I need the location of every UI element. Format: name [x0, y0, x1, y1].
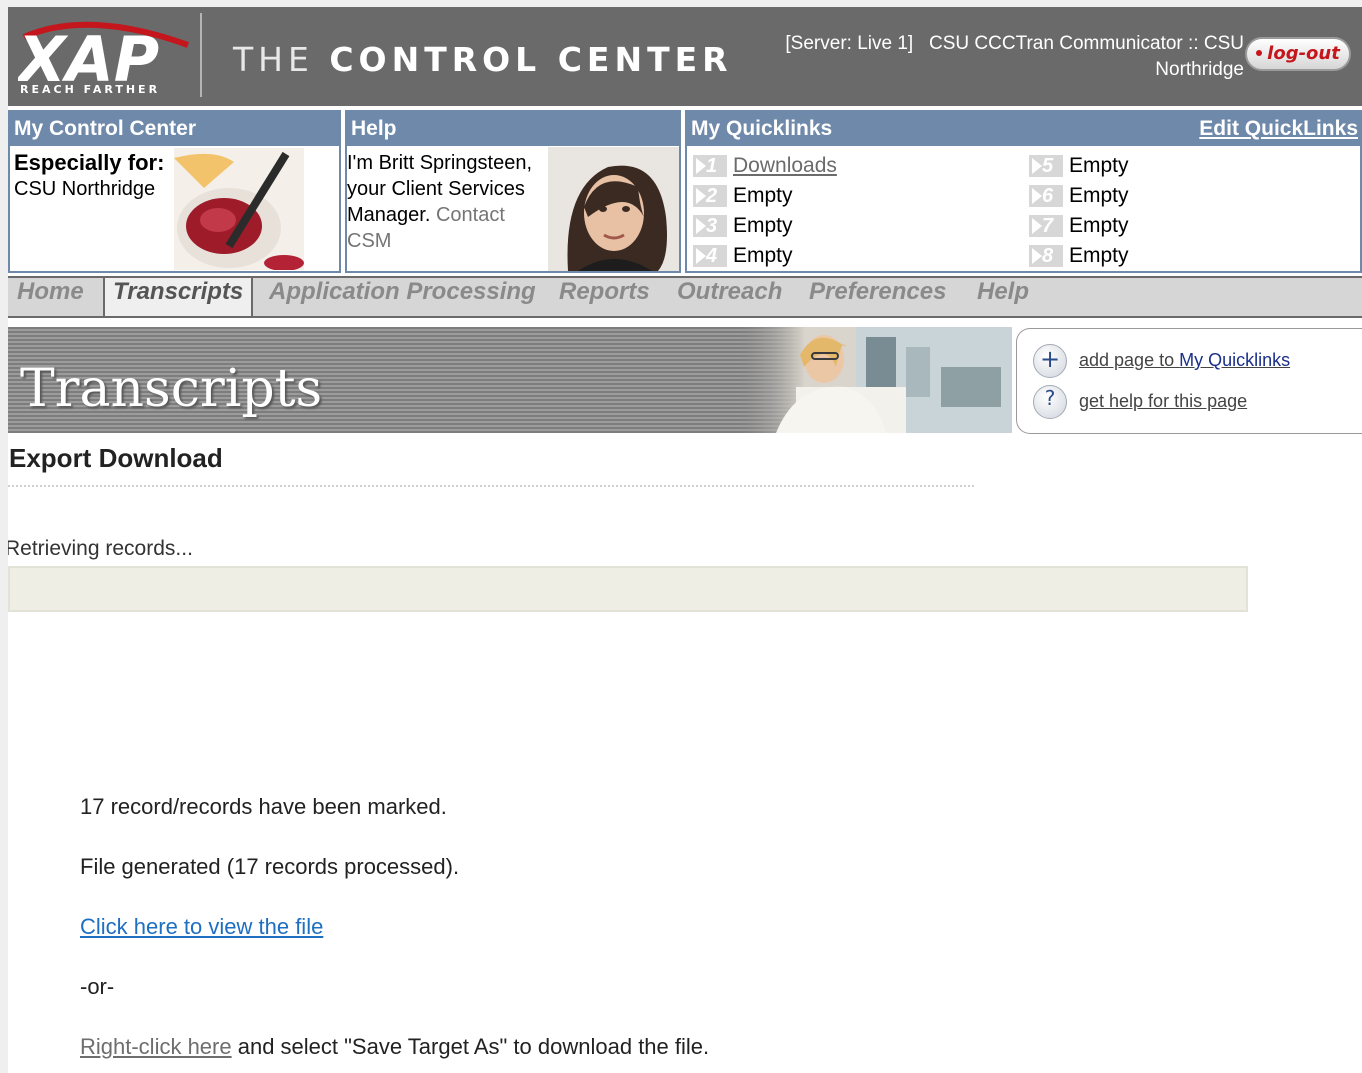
nav-help[interactable]: Help — [977, 278, 1029, 316]
especially-for-label: Especially for: — [14, 150, 165, 175]
bullet-icon — [1256, 50, 1263, 56]
quicklink-label: Empty — [1069, 154, 1129, 177]
quicklink-number-icon: 8 — [1029, 245, 1063, 268]
quicklink-item-5: 5 Empty — [1029, 152, 1129, 180]
quicklink-number-icon: 5 — [1029, 155, 1063, 178]
quicklink-item-3: 3 Empty — [693, 212, 793, 240]
quicklinks-title: My Quicklinks — [691, 117, 833, 140]
app-header: XAP REACH FARTHER THE CONTROL CENTER [Se… — [8, 7, 1362, 106]
get-help-link[interactable]: get help for this page — [1079, 391, 1247, 411]
nav-application-processing[interactable]: Application Processing — [269, 278, 536, 316]
server-info-line2: Northridge — [1155, 59, 1244, 80]
nav-home[interactable]: Home — [17, 278, 84, 316]
progress-bar — [8, 566, 1248, 612]
banner-title: Transcripts — [20, 359, 323, 419]
help-panel-title: Help — [347, 112, 679, 146]
quicklink-label[interactable]: Downloads — [733, 154, 837, 177]
view-file-link[interactable]: Click here to view the file — [80, 914, 323, 939]
csm-intro-text: I'm Britt Springsteen, your Client Servi… — [347, 150, 547, 254]
nav-reports[interactable]: Reports — [559, 278, 650, 316]
quicklink-number-icon: 3 — [693, 215, 727, 238]
quicklink-number-icon: 6 — [1029, 185, 1063, 208]
question-icon[interactable]: ? — [1033, 385, 1067, 419]
my-control-center-panel: My Control Center Especially for: CSU No… — [8, 110, 341, 273]
quicklink-number-icon: 7 — [1029, 215, 1063, 238]
quicklinks-panel: My Quicklinks Edit QuickLinks 1 Downloads… — [685, 110, 1362, 273]
page-title: Export Download — [9, 443, 223, 473]
quicklink-item-6: 6 Empty — [1029, 182, 1129, 210]
quicklink-item-7: 7 Empty — [1029, 212, 1129, 240]
heading-divider — [8, 485, 974, 487]
quicklink-number: 3 — [706, 215, 718, 238]
quicklink-number-icon: 2 — [693, 185, 727, 208]
edit-quicklinks-link[interactable]: Edit QuickLinks — [1199, 112, 1358, 146]
app-title: THE CONTROL CENTER — [233, 40, 733, 79]
quicklink-number-icon: 4 — [693, 245, 727, 268]
logout-label: log-out — [1267, 43, 1340, 64]
quicklink-label: Empty — [733, 214, 793, 237]
quicklink-number: 6 — [1042, 185, 1054, 208]
csm-photo — [548, 147, 679, 271]
organization-name: CSU Northridge — [14, 178, 156, 200]
quicklinks-header: My Quicklinks Edit QuickLinks — [687, 112, 1360, 146]
quicklink-number: 2 — [706, 185, 718, 208]
paint-palette-image — [174, 148, 304, 270]
page-banner: Transcripts — [8, 327, 1012, 433]
app-title-main: CONTROL CENTER — [329, 40, 733, 79]
page-tools: + add page to My Quicklinks ? get help for… — [1016, 328, 1362, 434]
logout-button[interactable]: log-out — [1245, 37, 1351, 71]
quicklink-label: Empty — [1069, 214, 1129, 237]
header-divider — [200, 13, 202, 97]
quicklink-number: 4 — [706, 245, 718, 268]
download-instructions: Right-click here and select "Save Target… — [80, 1034, 709, 1060]
quicklink-item-2: 2 Empty — [693, 182, 793, 210]
quicklink-number: 1 — [706, 155, 718, 178]
server-info: [Server: Live 1] CSU CCCTran Communicato… — [738, 31, 1244, 83]
add-to-quicklinks-prefix: add page to — [1079, 349, 1180, 370]
quicklink-number: 5 — [1042, 155, 1054, 178]
quicklink-item-8: 8 Empty — [1029, 242, 1129, 270]
quicklink-number-icon: 1 — [693, 155, 727, 178]
quicklink-number: 7 — [1042, 215, 1054, 238]
quicklink-number: 8 — [1042, 245, 1054, 268]
logo-tagline: REACH FARTHER — [20, 83, 161, 96]
server-info-line1: [Server: Live 1] CSU CCCTran Communicato… — [785, 33, 1244, 54]
add-to-quicklinks-target: My Quicklinks — [1179, 349, 1291, 370]
nav-outreach[interactable]: Outreach — [677, 278, 782, 316]
nav-transcripts[interactable]: Transcripts — [103, 278, 254, 316]
quicklink-item-4: 4 Empty — [693, 242, 793, 270]
help-page-row[interactable]: ? get help for this page — [1033, 385, 1247, 421]
file-generated-message: File generated (17 records processed). — [80, 854, 460, 879]
page-frame: XAP REACH FARTHER THE CONTROL CENTER [Se… — [8, 7, 1362, 1073]
nav-preferences[interactable]: Preferences — [809, 278, 946, 316]
quicklink-label: Empty — [733, 184, 793, 207]
or-separator: -or- — [80, 974, 115, 999]
download-instructions-text: and select "Save Target As" to download … — [231, 1034, 710, 1059]
quicklink-label: Empty — [1069, 184, 1129, 207]
main-nav: Home Transcripts Application Processing … — [8, 276, 1362, 318]
add-to-quicklinks-row[interactable]: + add page to My Quicklinks — [1033, 344, 1290, 380]
plus-icon[interactable]: + — [1033, 344, 1067, 378]
my-control-center-title: My Control Center — [10, 112, 339, 146]
records-marked-message: 17 record/records have been marked. — [80, 794, 447, 819]
right-click-link[interactable]: Right-click here — [80, 1034, 232, 1059]
view-file-row: Click here to view the file — [80, 914, 323, 940]
quicklink-label: Empty — [1069, 244, 1129, 267]
quicklink-item-1[interactable]: 1 Downloads — [693, 152, 837, 180]
app-title-prefix: THE — [233, 40, 330, 79]
quicklink-label: Empty — [733, 244, 793, 267]
help-panel: Help I'm Britt Springsteen, your Client … — [345, 110, 681, 273]
banner-photo — [736, 327, 1012, 433]
retrieving-status: Retrieving records... — [8, 537, 193, 560]
add-to-quicklinks-link[interactable]: add page to My Quicklinks — [1079, 350, 1290, 370]
